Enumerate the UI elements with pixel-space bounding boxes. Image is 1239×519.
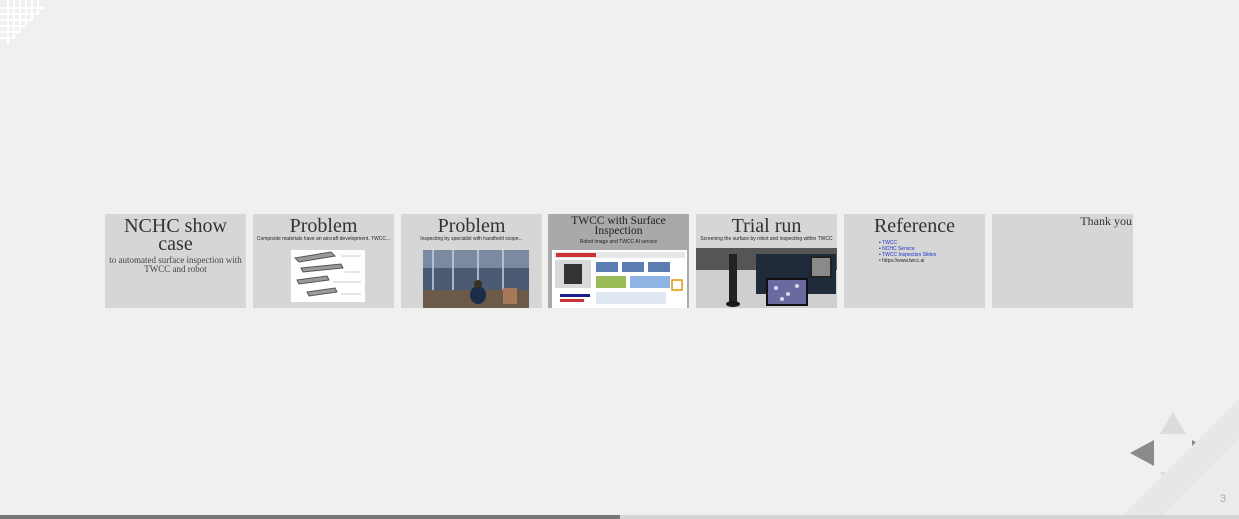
- slide-caption: Screening the surface by robot and inspe…: [700, 236, 833, 242]
- slide-title: Reference: [873, 215, 956, 237]
- slide-title: TWCC with Surface Inspection: [571, 215, 666, 237]
- slide-thumbnail-5[interactable]: Trial run Screening the surface by robot…: [696, 214, 837, 308]
- slide-subtitle: to automated surface inspection with TWC…: [109, 255, 242, 274]
- slide-thumbnail-4[interactable]: TWCC with Surface Inspection Robot image…: [548, 214, 689, 308]
- slide-title: Trial run: [731, 215, 802, 237]
- slide-caption: Robot image and TWCC AI service: [579, 239, 658, 245]
- reference-link[interactable]: https://www.twcc.ai: [879, 258, 985, 264]
- slide-title: Problem: [437, 215, 506, 237]
- progress-bar-fill: [0, 515, 620, 519]
- slide-thumbnail-2[interactable]: Problem Composite materials have an airc…: [253, 214, 394, 308]
- slide-caption: Composite materials have an aircraft dev…: [256, 236, 391, 242]
- progress-bar: [0, 515, 1239, 519]
- slide-thumbnail-3[interactable]: Problem Inspecting by specialist with ha…: [401, 214, 542, 308]
- slide-overview-strip: NCHC show case to automated surface insp…: [105, 214, 1133, 308]
- slide-thumbnail-6[interactable]: Reference TWCC NCHC Service TWCC Inspect…: [844, 214, 985, 308]
- composite-parts-diagram: [291, 250, 365, 302]
- corner-decoration: [0, 0, 44, 44]
- hangar-photo: [423, 250, 529, 308]
- reference-list: TWCC NCHC Service TWCC Inspection Slides…: [879, 240, 985, 264]
- slide-title: Problem: [289, 215, 358, 237]
- slide-title: Thank you: [1080, 214, 1132, 228]
- slide-thumbnail-7[interactable]: Thank you: [992, 214, 1133, 308]
- slide-thumbnail-1[interactable]: NCHC show case to automated surface insp…: [105, 214, 246, 308]
- slide-title: NCHC show case: [124, 215, 227, 255]
- slide-number: 3: [1219, 493, 1226, 505]
- slide-caption: Inspecting by specialist with handheld s…: [420, 236, 523, 242]
- robot-trial-photo: [696, 248, 837, 308]
- architecture-diagram: [552, 250, 687, 308]
